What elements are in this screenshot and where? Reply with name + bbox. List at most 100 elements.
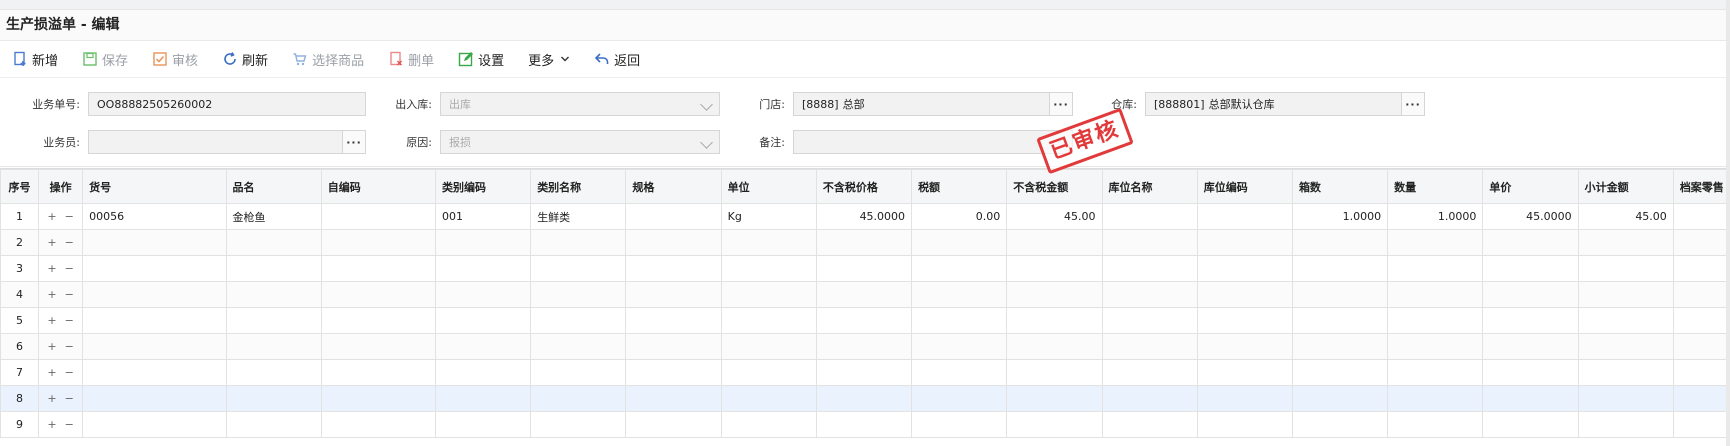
cell-unit_price[interactable] [1482,333,1579,360]
cell-sku[interactable] [82,359,227,386]
cell-catcode[interactable] [434,255,532,282]
cell-catcode[interactable] [434,229,532,256]
cell-sku[interactable] [82,307,227,334]
cell-amount_ex[interactable] [1006,333,1103,360]
cell-locname[interactable] [1101,359,1198,386]
cell-catcode[interactable] [434,411,532,438]
cell-price_ex[interactable] [815,229,913,256]
cell-spec[interactable] [625,281,722,308]
column-header[interactable]: 单位 [720,169,817,204]
cell-price_ex[interactable] [815,255,913,282]
add-row-button[interactable]: + [47,210,56,223]
cell-name[interactable] [225,333,322,360]
cell-sku[interactable] [82,385,227,412]
cell-subtotal[interactable] [1577,307,1674,334]
cell-locname[interactable] [1101,203,1198,230]
cell-retail[interactable] [1672,255,1730,282]
back-button[interactable]: 返回 [594,50,640,69]
cell-selfcode[interactable] [320,255,436,282]
audit-button[interactable]: 审核 [152,50,198,69]
cell-tax[interactable] [911,229,1008,256]
cell-locname[interactable] [1101,411,1198,438]
more-button[interactable]: 更多 [528,50,570,69]
cell-loccode[interactable] [1196,281,1293,308]
remove-row-button[interactable]: − [65,314,74,327]
cell-unit[interactable] [720,411,817,438]
cell-retail[interactable] [1672,411,1730,438]
cell-boxes[interactable] [1291,333,1389,360]
store-input[interactable]: [8888] 总部 ··· [793,92,1073,116]
cell-name[interactable] [225,385,322,412]
cell-subtotal[interactable] [1577,229,1674,256]
add-row-button[interactable]: + [47,236,56,249]
cell-catname[interactable] [530,255,627,282]
remove-row-button[interactable]: − [65,418,74,431]
cell-unit_price[interactable] [1482,411,1579,438]
cell-boxes[interactable] [1291,307,1389,334]
cell-tax[interactable] [911,307,1008,334]
cell-locname[interactable] [1101,307,1198,334]
cell-unit_price[interactable] [1482,385,1579,412]
cell-name[interactable] [225,411,322,438]
cell-selfcode[interactable] [320,281,436,308]
cell-loccode[interactable] [1196,333,1293,360]
cell-locname[interactable] [1101,229,1198,256]
cell-amount_ex[interactable] [1006,255,1103,282]
cell-catcode[interactable] [434,385,532,412]
cell-tax[interactable] [911,411,1008,438]
remove-row-button[interactable]: − [65,210,74,223]
cell-locname[interactable] [1101,281,1198,308]
cell-locname[interactable] [1101,333,1198,360]
cell-sku[interactable] [82,281,227,308]
add-row-button[interactable]: + [47,418,56,431]
cell-unit_price[interactable]: 45.0000 [1482,203,1579,230]
cell-unit[interactable] [720,307,817,334]
column-header[interactable]: 货号 [82,169,227,204]
cell-loccode[interactable] [1196,307,1293,334]
warehouse-picker-button[interactable]: ··· [1401,93,1424,115]
add-row-button[interactable]: + [47,288,56,301]
cell-loccode[interactable] [1196,359,1293,386]
cell-amount_ex[interactable] [1006,411,1103,438]
cell-catname[interactable] [530,281,627,308]
cell-loccode[interactable] [1196,255,1293,282]
column-header[interactable]: 税额 [911,169,1008,204]
cell-name[interactable] [225,255,322,282]
cell-selfcode[interactable] [320,333,436,360]
cell-selfcode[interactable] [320,307,436,334]
cell-catname[interactable] [530,307,627,334]
cell-retail[interactable] [1672,307,1730,334]
cell-qty[interactable] [1387,411,1484,438]
table-row[interactable]: 7 + − [0,359,1730,386]
cell-spec[interactable] [625,203,722,230]
column-header[interactable]: 规格 [625,169,722,204]
cell-retail[interactable] [1672,385,1730,412]
cell-retail[interactable] [1672,281,1730,308]
cell-selfcode[interactable] [320,359,436,386]
column-header[interactable]: 不含税金额 [1006,169,1103,204]
cell-spec[interactable] [625,333,722,360]
remove-row-button[interactable]: − [65,392,74,405]
save-button[interactable]: 保存 [82,50,128,69]
cell-amount_ex[interactable] [1006,385,1103,412]
cell-retail[interactable] [1672,229,1730,256]
cell-tax[interactable]: 0.00 [911,203,1008,230]
settings-button[interactable]: 设置 [458,50,504,69]
cell-boxes[interactable] [1291,359,1389,386]
cell-catname[interactable]: 生鲜类 [530,203,627,230]
cell-tax[interactable] [911,281,1008,308]
cell-name[interactable] [225,359,322,386]
cell-boxes[interactable] [1291,281,1389,308]
cell-amount_ex[interactable]: 45.00 [1006,203,1103,230]
cell-unit[interactable] [720,281,817,308]
table-row[interactable]: 4 + − [0,281,1730,308]
cell-catcode[interactable] [434,307,532,334]
cell-loccode[interactable] [1196,411,1293,438]
cell-qty[interactable] [1387,229,1484,256]
cell-unit[interactable] [720,333,817,360]
cell-locname[interactable] [1101,255,1198,282]
warehouse-input[interactable]: [888801] 总部默认仓库 ··· [1145,92,1425,116]
cell-amount_ex[interactable] [1006,281,1103,308]
cell-unit_price[interactable] [1482,359,1579,386]
cell-boxes[interactable] [1291,229,1389,256]
